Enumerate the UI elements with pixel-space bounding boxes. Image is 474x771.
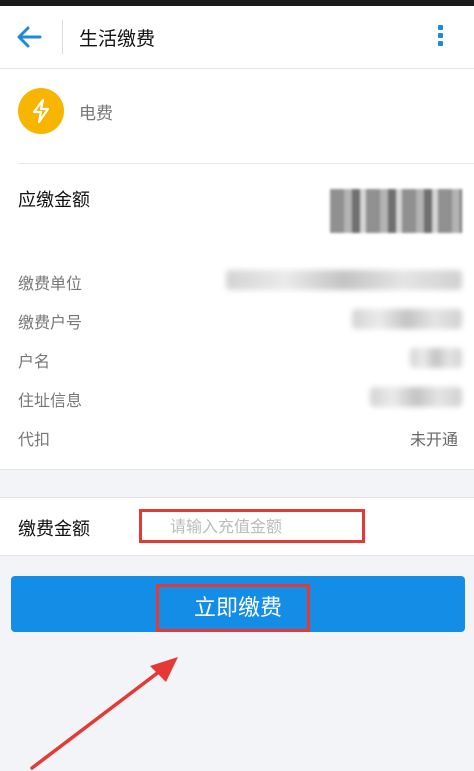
bill-card: 电费 应缴金额 缴费单位 缴费户号 户名 住址信息 代扣 未开通 (0, 69, 474, 470)
divider (18, 163, 474, 164)
unit-value-redacted (226, 270, 462, 290)
more-vertical-icon (430, 25, 450, 46)
utility-type-label: 电费 (79, 104, 113, 124)
input-highlight-box (139, 509, 365, 543)
address-value-redacted (370, 387, 462, 407)
address-label: 住址信息 (18, 391, 83, 410)
autopay-status: 未开通 (409, 430, 458, 449)
autopay-label: 代扣 (18, 430, 51, 449)
app-header: 生活缴费 (0, 6, 474, 69)
unit-label: 缴费单位 (18, 274, 83, 293)
lightning-icon (32, 98, 50, 124)
payment-amount-label: 缴费金额 (18, 519, 90, 540)
back-button[interactable] (14, 22, 46, 52)
annotation-arrow (30, 657, 178, 770)
amount-due-value-redacted (330, 189, 462, 233)
utility-icon (18, 88, 64, 134)
name-value-redacted (410, 348, 462, 368)
name-label: 户名 (18, 352, 51, 371)
account-label: 缴费户号 (18, 313, 83, 332)
header-divider (62, 20, 63, 54)
amount-due-label: 应缴金额 (18, 190, 90, 211)
payment-amount-row: 缴费金额 (0, 497, 474, 556)
account-value-redacted (352, 309, 462, 329)
more-menu-button[interactable] (430, 23, 450, 53)
button-highlight-box (156, 584, 310, 632)
page-title: 生活缴费 (79, 28, 156, 50)
back-arrow-icon (17, 26, 42, 48)
